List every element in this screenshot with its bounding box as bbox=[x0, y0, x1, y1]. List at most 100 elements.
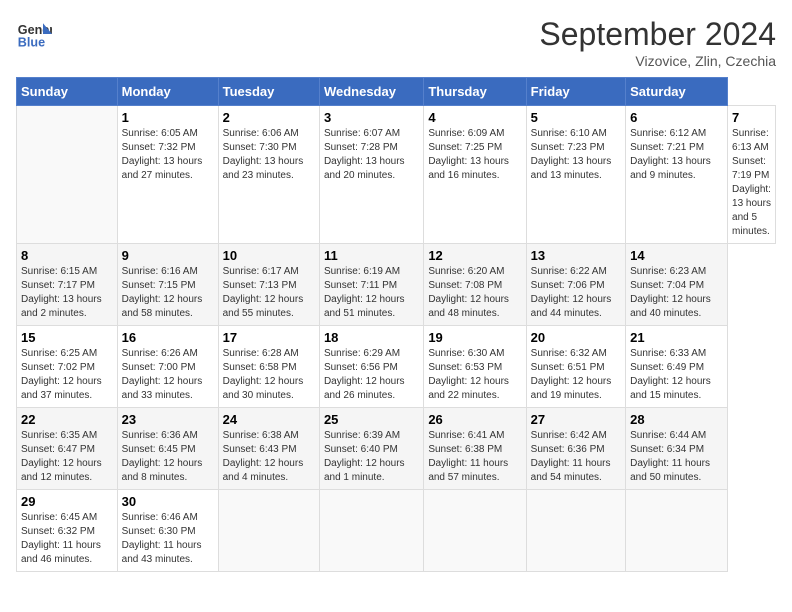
month-title: September 2024 bbox=[539, 16, 776, 53]
calendar-cell bbox=[17, 106, 118, 244]
day-info: Sunrise: 6:30 AMSunset: 6:53 PMDaylight:… bbox=[428, 347, 521, 403]
day-info: Sunrise: 6:46 AMSunset: 6:30 PMDaylight:… bbox=[122, 511, 214, 567]
calendar-cell: 9Sunrise: 6:16 AMSunset: 7:15 PMDaylight… bbox=[117, 244, 218, 326]
week-row-4: 22 Sunrise: 6:35 AMSunset: 6:47 PMDayligh… bbox=[17, 408, 776, 490]
day-number: 24 bbox=[223, 412, 315, 427]
calendar-cell: 2Sunrise: 6:06 AMSunset: 7:30 PMDaylight… bbox=[218, 106, 319, 244]
day-header-friday: Friday bbox=[526, 78, 625, 106]
day-info: Sunrise: 6:25 AMSunset: 7:02 PMDaylight:… bbox=[21, 347, 113, 403]
day-header-tuesday: Tuesday bbox=[218, 78, 319, 106]
day-number: 7 bbox=[732, 110, 771, 125]
calendar-cell: 28Sunrise: 6:44 AMSunset: 6:34 PMDayligh… bbox=[626, 408, 728, 490]
calendar-cell: 3 Sunrise: 6:07 AMSunset: 7:28 PMDaylight… bbox=[319, 106, 423, 244]
day-info: Sunrise: 6:12 AMSunset: 7:21 PMDaylight:… bbox=[630, 127, 723, 183]
day-number: 27 bbox=[531, 412, 621, 427]
day-info: Sunrise: 6:41 AMSunset: 6:38 PMDaylight:… bbox=[428, 429, 521, 485]
calendar-cell: 8 Sunrise: 6:15 AMSunset: 7:17 PMDaylight… bbox=[17, 244, 118, 326]
calendar-cell bbox=[218, 490, 319, 572]
calendar-cell: 10 Sunrise: 6:17 AMSunset: 7:13 PMDayligh… bbox=[218, 244, 319, 326]
calendar-cell bbox=[526, 490, 625, 572]
header-row: SundayMondayTuesdayWednesdayThursdayFrid… bbox=[17, 78, 776, 106]
day-info: Sunrise: 6:42 AMSunset: 6:36 PMDaylight:… bbox=[531, 429, 621, 485]
calendar-cell bbox=[626, 490, 728, 572]
day-info: Sunrise: 6:44 AMSunset: 6:34 PMDaylight:… bbox=[630, 429, 723, 485]
day-number: 13 bbox=[531, 248, 621, 263]
day-info: Sunrise: 6:33 AMSunset: 6:49 PMDaylight:… bbox=[630, 347, 723, 403]
day-info: Sunrise: 6:35 AMSunset: 6:47 PMDaylight:… bbox=[21, 429, 113, 485]
calendar-cell: 17 Sunrise: 6:28 AMSunset: 6:58 PMDayligh… bbox=[218, 326, 319, 408]
calendar-cell: 23Sunrise: 6:36 AMSunset: 6:45 PMDayligh… bbox=[117, 408, 218, 490]
week-row-1: 1 Sunrise: 6:05 AMSunset: 7:32 PMDaylight… bbox=[17, 106, 776, 244]
day-info: Sunrise: 6:28 AMSunset: 6:58 PMDaylight:… bbox=[223, 347, 315, 403]
calendar-cell: 29 Sunrise: 6:45 AMSunset: 6:32 PMDayligh… bbox=[17, 490, 118, 572]
day-number: 5 bbox=[531, 110, 621, 125]
day-header-wednesday: Wednesday bbox=[319, 78, 423, 106]
day-number: 16 bbox=[122, 330, 214, 345]
day-number: 12 bbox=[428, 248, 521, 263]
day-header-sunday: Sunday bbox=[17, 78, 118, 106]
calendar-cell: 16 Sunrise: 6:26 AMSunset: 7:00 PMDayligh… bbox=[117, 326, 218, 408]
day-info: Sunrise: 6:32 AMSunset: 6:51 PMDaylight:… bbox=[531, 347, 621, 403]
day-info: Sunrise: 6:17 AMSunset: 7:13 PMDaylight:… bbox=[223, 265, 315, 321]
day-number: 1 bbox=[122, 110, 214, 125]
day-info: Sunrise: 6:13 AMSunset: 7:19 PMDaylight:… bbox=[732, 127, 771, 239]
header: General Blue September 2024 Vizovice, Zl… bbox=[16, 16, 776, 69]
day-info: Sunrise: 6:05 AMSunset: 7:32 PMDaylight:… bbox=[122, 127, 214, 183]
day-info: Sunrise: 6:36 AMSunset: 6:45 PMDaylight:… bbox=[122, 429, 214, 485]
day-number: 11 bbox=[324, 248, 419, 263]
week-row-5: 29 Sunrise: 6:45 AMSunset: 6:32 PMDayligh… bbox=[17, 490, 776, 572]
calendar-cell: 21 Sunrise: 6:33 AMSunset: 6:49 PMDayligh… bbox=[626, 326, 728, 408]
calendar-cell: 24 Sunrise: 6:38 AMSunset: 6:43 PMDayligh… bbox=[218, 408, 319, 490]
calendar-table: SundayMondayTuesdayWednesdayThursdayFrid… bbox=[16, 77, 776, 572]
calendar-cell: 30Sunrise: 6:46 AMSunset: 6:30 PMDayligh… bbox=[117, 490, 218, 572]
day-number: 21 bbox=[630, 330, 723, 345]
day-number: 10 bbox=[223, 248, 315, 263]
calendar-cell: 11 Sunrise: 6:19 AMSunset: 7:11 PMDayligh… bbox=[319, 244, 423, 326]
calendar-cell: 22 Sunrise: 6:35 AMSunset: 6:47 PMDayligh… bbox=[17, 408, 118, 490]
day-number: 29 bbox=[21, 494, 113, 509]
day-info: Sunrise: 6:22 AMSunset: 7:06 PMDaylight:… bbox=[531, 265, 621, 321]
day-header-monday: Monday bbox=[117, 78, 218, 106]
day-number: 22 bbox=[21, 412, 113, 427]
calendar-cell: 5 Sunrise: 6:10 AMSunset: 7:23 PMDaylight… bbox=[526, 106, 625, 244]
day-info: Sunrise: 6:26 AMSunset: 7:00 PMDaylight:… bbox=[122, 347, 214, 403]
day-header-thursday: Thursday bbox=[424, 78, 526, 106]
day-info: Sunrise: 6:23 AMSunset: 7:04 PMDaylight:… bbox=[630, 265, 723, 321]
day-info: Sunrise: 6:19 AMSunset: 7:11 PMDaylight:… bbox=[324, 265, 419, 321]
day-number: 8 bbox=[21, 248, 113, 263]
calendar-cell: 18Sunrise: 6:29 AMSunset: 6:56 PMDayligh… bbox=[319, 326, 423, 408]
day-number: 6 bbox=[630, 110, 723, 125]
logo: General Blue bbox=[16, 16, 52, 52]
day-number: 20 bbox=[531, 330, 621, 345]
day-info: Sunrise: 6:45 AMSunset: 6:32 PMDaylight:… bbox=[21, 511, 113, 567]
calendar-cell: 25Sunrise: 6:39 AMSunset: 6:40 PMDayligh… bbox=[319, 408, 423, 490]
day-number: 18 bbox=[324, 330, 419, 345]
day-number: 3 bbox=[324, 110, 419, 125]
day-info: Sunrise: 6:07 AMSunset: 7:28 PMDaylight:… bbox=[324, 127, 419, 183]
calendar-cell: 14 Sunrise: 6:23 AMSunset: 7:04 PMDayligh… bbox=[626, 244, 728, 326]
calendar-cell: 1 Sunrise: 6:05 AMSunset: 7:32 PMDaylight… bbox=[117, 106, 218, 244]
week-row-2: 8 Sunrise: 6:15 AMSunset: 7:17 PMDaylight… bbox=[17, 244, 776, 326]
day-info: Sunrise: 6:10 AMSunset: 7:23 PMDaylight:… bbox=[531, 127, 621, 183]
calendar-cell: 26Sunrise: 6:41 AMSunset: 6:38 PMDayligh… bbox=[424, 408, 526, 490]
day-number: 4 bbox=[428, 110, 521, 125]
day-number: 2 bbox=[223, 110, 315, 125]
week-row-3: 15Sunrise: 6:25 AMSunset: 7:02 PMDayligh… bbox=[17, 326, 776, 408]
day-number: 25 bbox=[324, 412, 419, 427]
calendar-cell: 13 Sunrise: 6:22 AMSunset: 7:06 PMDayligh… bbox=[526, 244, 625, 326]
calendar-cell: 12Sunrise: 6:20 AMSunset: 7:08 PMDayligh… bbox=[424, 244, 526, 326]
calendar-cell bbox=[424, 490, 526, 572]
logo-icon: General Blue bbox=[16, 16, 52, 52]
calendar-cell: 4 Sunrise: 6:09 AMSunset: 7:25 PMDaylight… bbox=[424, 106, 526, 244]
day-number: 19 bbox=[428, 330, 521, 345]
day-number: 17 bbox=[223, 330, 315, 345]
day-info: Sunrise: 6:15 AMSunset: 7:17 PMDaylight:… bbox=[21, 265, 113, 321]
calendar-cell: 6 Sunrise: 6:12 AMSunset: 7:21 PMDaylight… bbox=[626, 106, 728, 244]
day-info: Sunrise: 6:16 AMSunset: 7:15 PMDaylight:… bbox=[122, 265, 214, 321]
day-header-saturday: Saturday bbox=[626, 78, 728, 106]
title-area: September 2024 Vizovice, Zlin, Czechia bbox=[539, 16, 776, 69]
day-info: Sunrise: 6:09 AMSunset: 7:25 PMDaylight:… bbox=[428, 127, 521, 183]
location: Vizovice, Zlin, Czechia bbox=[539, 53, 776, 69]
day-info: Sunrise: 6:38 AMSunset: 6:43 PMDaylight:… bbox=[223, 429, 315, 485]
day-number: 14 bbox=[630, 248, 723, 263]
